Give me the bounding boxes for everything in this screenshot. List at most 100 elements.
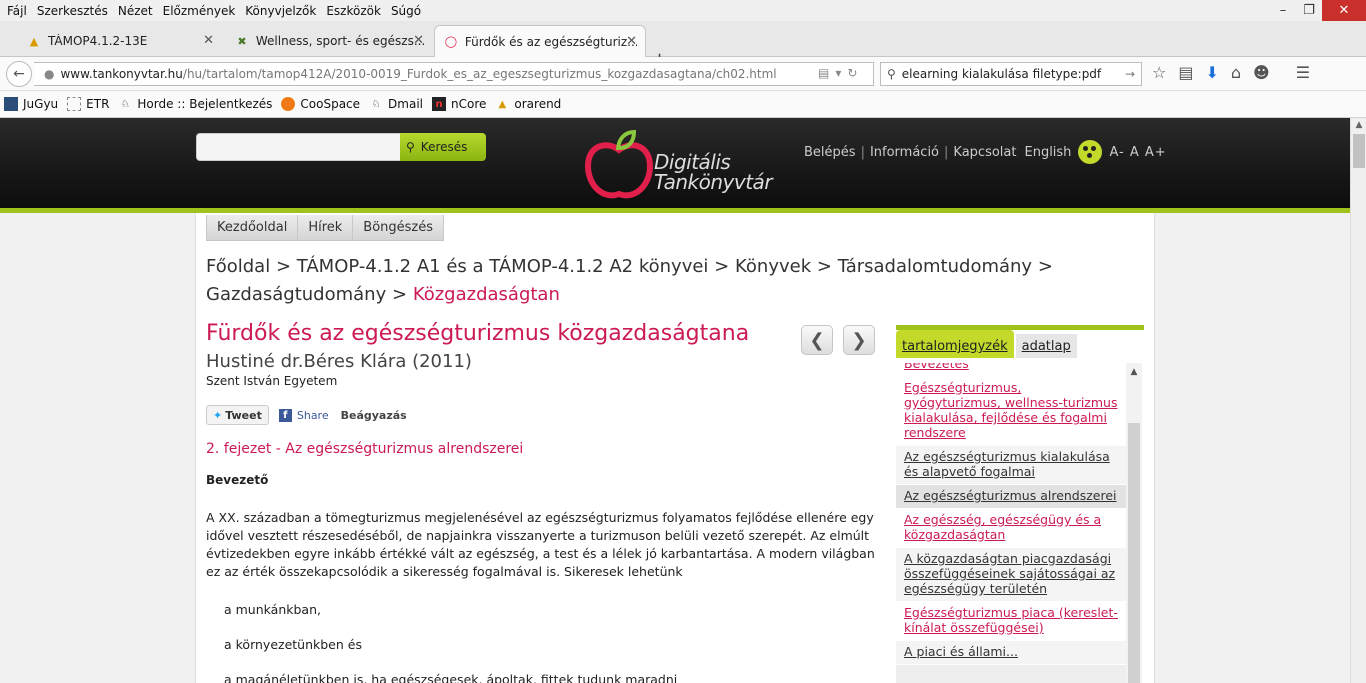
site-logo[interactable]: Digitális Tankönyvtár	[584, 128, 773, 204]
list-item: a magánéletünkben is, ha egészségesek, á…	[224, 672, 678, 683]
home-icon[interactable]: ⌂	[1231, 63, 1241, 82]
tools-icon: ✖	[237, 34, 247, 48]
search-go-icon[interactable]: →	[1125, 67, 1135, 81]
separator: |	[944, 144, 949, 160]
tab-table-of-contents[interactable]: tartalomjegyzék	[896, 330, 1014, 358]
tab-datasheet[interactable]: adatlap	[1015, 334, 1077, 358]
bookmark-item[interactable]: ▲ orarend	[495, 97, 562, 111]
bookmark-label: JuGyu	[23, 97, 59, 111]
toc-item[interactable]: Bevezetés	[896, 363, 1126, 377]
chevron-up-icon[interactable]: ▲	[1126, 367, 1142, 377]
facebook-share-button[interactable]: f Share	[278, 408, 329, 422]
menu-tools[interactable]: Eszközök	[321, 4, 386, 18]
page-icon	[67, 97, 82, 111]
menu-edit[interactable]: Szerkesztés	[32, 4, 113, 18]
menu-bookmarks[interactable]: Könyvjelzők	[240, 4, 321, 18]
dropdown-icon[interactable]: ▾	[835, 66, 841, 80]
contact-link[interactable]: Kapcsolat	[953, 145, 1016, 160]
english-link[interactable]: English	[1024, 145, 1071, 160]
toc-item[interactable]: Egészségturizmus piaca (kereslet-kínálat…	[896, 602, 1126, 641]
toc-item-current[interactable]: Az egészségturizmus alrendszerei	[896, 485, 1126, 509]
tab-title: TÁMOP4.1.2-13E	[48, 34, 148, 48]
bookmark-item[interactable]: ♘ Dmail	[369, 97, 423, 111]
breadcrumb-separator: >	[275, 256, 292, 277]
bookmarks-bar: JuGyu ETR ♘ Horde :: Bejelentkezés CooSpa…	[0, 91, 1366, 118]
bookmarks-list-icon[interactable]: ▤	[1178, 63, 1193, 82]
browser-tab-active[interactable]: ◯ Fürdők és az egészségturiz... ✕	[434, 25, 646, 57]
close-tab-icon[interactable]: ✕	[203, 33, 214, 48]
menu-view[interactable]: Nézet	[113, 4, 158, 18]
nav-news[interactable]: Hírek	[297, 215, 354, 241]
menu-history[interactable]: Előzmények	[158, 4, 241, 18]
tweet-button[interactable]: ✦ Tweet	[206, 405, 269, 425]
bookmark-item[interactable]: ♘ Horde :: Bejelentkezés	[118, 97, 272, 111]
section-title: Bevezető	[206, 473, 269, 487]
tweet-label: Tweet	[225, 408, 262, 422]
minimize-icon[interactable]: –	[1270, 0, 1296, 21]
book-author: Hustiné dr.Béres Klára (2011)	[206, 351, 472, 372]
separator: |	[860, 144, 865, 160]
chat-icon[interactable]: ☻	[1253, 63, 1270, 82]
toc-item[interactable]: Az egészség, egészségügy és a közgazdasá…	[896, 509, 1126, 548]
search-bar[interactable]: ⚲ elearning kialakulása filetype:pdf →	[880, 62, 1142, 86]
toc-scroll-thumb[interactable]	[1128, 423, 1140, 683]
star-bookmark-icon[interactable]: ☆	[1152, 63, 1166, 82]
breadcrumb-item[interactable]: Főoldal	[206, 256, 270, 277]
download-icon[interactable]: ⬇	[1205, 63, 1218, 82]
list-item: a munkánkban,	[224, 602, 321, 617]
social-bar: ✦ Tweet f Share Beágyazás	[206, 405, 407, 425]
hamburger-menu-icon[interactable]: ☰	[1296, 63, 1310, 82]
close-window-icon[interactable]: ✕	[1322, 0, 1366, 21]
breadcrumb-separator: >	[714, 256, 730, 277]
site-search-input[interactable]	[196, 133, 402, 161]
toc-scrollbar[interactable]: ▲	[1126, 363, 1142, 683]
font-size-controls[interactable]: A- A A+	[1109, 145, 1166, 160]
bookmark-item[interactable]: ETR	[67, 97, 109, 111]
pma-logo-icon: ▲	[498, 98, 507, 110]
accessibility-icon[interactable]	[1078, 140, 1103, 164]
page-scrollbar[interactable]: ▲	[1350, 118, 1366, 683]
info-link[interactable]: Információ	[870, 145, 939, 160]
url-bar[interactable]: ● www.tankonyvtar.hu /hu/tartalom/tamop4…	[34, 62, 874, 86]
browser-tab[interactable]: ▲ TÁMOP4.1.2-13E ✕	[18, 25, 222, 57]
page-scroll-thumb[interactable]	[1353, 134, 1365, 168]
bookmark-item[interactable]: JuGyu	[4, 97, 58, 111]
toc-sidebar: tartalomjegyzék adatlap Bevezetés Egészs…	[896, 325, 1144, 683]
breadcrumb-item[interactable]: TÁMOP-4.1.2 A1 és a TÁMOP-4.1.2 A2 könyv…	[297, 256, 709, 277]
bookmark-label: Horde :: Bejelentkezés	[137, 97, 273, 111]
toc-item[interactable]: A közgazdaságtan piacgazdasági összefügg…	[896, 548, 1126, 602]
bookmark-item[interactable]: n nCore	[432, 97, 486, 111]
reload-icon[interactable]: ↻	[847, 66, 857, 80]
menu-bar: Fájl Szerkesztés Nézet Előzmények Könyvj…	[0, 0, 1366, 21]
site-search-button[interactable]: ⚲ Keresés	[400, 133, 486, 161]
previous-page-button[interactable]: ❮	[801, 325, 833, 355]
restore-icon[interactable]: ❐	[1296, 0, 1322, 21]
bookmark-label: orarend	[514, 97, 562, 111]
nav-home[interactable]: Kezdőoldal	[206, 215, 299, 241]
next-page-button[interactable]: ❯	[843, 325, 875, 355]
apple-logo-icon	[584, 129, 654, 199]
breadcrumb-item[interactable]: Könyvek	[735, 256, 811, 277]
chevron-up-icon[interactable]: ▲	[1351, 120, 1366, 130]
toc-item[interactable]: A piaci és állami...	[896, 641, 1126, 665]
chevron-right-icon: ❯	[851, 329, 867, 351]
close-tab-icon[interactable]: ✕	[626, 34, 637, 49]
breadcrumb-item[interactable]: Gazdaságtudomány	[206, 284, 386, 305]
breadcrumb-item[interactable]: Társadalomtudomány	[838, 256, 1032, 277]
bookmark-item[interactable]: CooSpace	[281, 97, 360, 111]
menu-help[interactable]: Súgó	[386, 4, 426, 18]
toc-item[interactable]: Az egészségturizmus kialakulása és alapv…	[896, 446, 1126, 485]
browser-tab[interactable]: ✖ Wellness, sport- és egészs... ✕	[226, 25, 432, 57]
nav-browse[interactable]: Böngészés	[352, 215, 445, 241]
toc-item[interactable]: Egészségturizmus, gyógyturizmus, wellnes…	[896, 377, 1126, 446]
tab-title: Wellness, sport- és egészs...	[255, 34, 424, 48]
search-query: elearning kialakulása filetype:pdf	[901, 67, 1102, 81]
embed-link[interactable]: Beágyazás	[341, 409, 407, 422]
login-link[interactable]: Belépés	[804, 145, 856, 160]
reader-view-icon[interactable]: ▤	[818, 66, 829, 80]
tab-title: Fürdők és az egészségturiz...	[464, 34, 637, 49]
close-tab-icon[interactable]: ✕	[413, 33, 424, 48]
ncore-icon: n	[432, 97, 446, 111]
menu-file[interactable]: Fájl	[2, 4, 32, 18]
back-arrow-icon[interactable]: ←	[6, 61, 32, 87]
